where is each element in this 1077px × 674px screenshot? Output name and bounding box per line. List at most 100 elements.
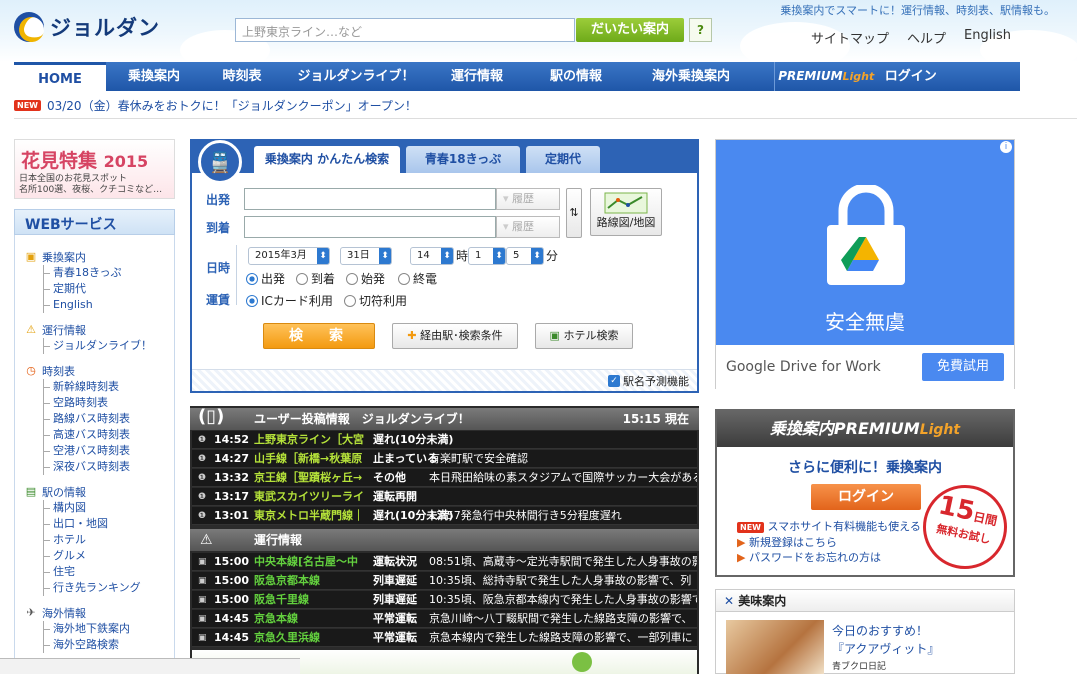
premium-title: 乗換案内PREMIUM — [769, 419, 920, 438]
radio-departure[interactable]: 出発 — [246, 270, 285, 287]
route-map-button[interactable]: 路線図/地図 — [590, 188, 662, 236]
predict-checkbox[interactable]: ✓ 駅名予測機能 — [608, 373, 689, 389]
hour-select[interactable]: 14 — [410, 247, 454, 265]
sidebar-link[interactable]: 行き先ランキング — [44, 580, 174, 596]
nav-home[interactable]: HOME — [14, 62, 106, 91]
live-row[interactable]: ❶ 14:27 山手線［新橋→秋葉原 止まっている 有楽町駅で安全確認 — [192, 450, 697, 468]
site-search-button[interactable]: だいたい案内 — [576, 18, 684, 42]
sidebar-link[interactable]: 深夜バス時刻表 — [44, 459, 174, 475]
site-search-input[interactable]: 上野東京ライン…など — [235, 18, 575, 42]
premium-link-smartphone[interactable]: NEW スマホサイト有料機能も使える — [737, 519, 921, 535]
radio-first-train[interactable]: 始発 — [346, 270, 385, 287]
news-ticker[interactable]: NEW 03/20（金）春休みをおトクに！「ジョルダンクーポン」オープン！ — [14, 97, 417, 114]
nav-overseas[interactable]: 海外乗換案内 — [628, 62, 754, 91]
nav-transfer[interactable]: 乗換案内 — [106, 62, 202, 91]
free-trial-stamp: 15日間 無料お試し — [915, 477, 1015, 577]
ops-row[interactable]: ▣ 15:00 阪急千里線 列車遅延 10:35頃、阪急京都本線内で発生した人身事故の影… — [192, 591, 697, 609]
sidebar-item-transfer[interactable]: ▣ 乗換案内 — [24, 249, 174, 265]
banner-subtext: 日本全国のお花見スポット 名所100選、夜桜、クチコミなど… — [19, 174, 162, 196]
tab-seishun18[interactable]: 青春18きっぷ — [406, 146, 520, 173]
sidebar-link[interactable]: 空路時刻表 — [44, 395, 174, 411]
sidebar-link[interactable]: ジョルダンライブ！ — [44, 338, 174, 354]
to-history-select[interactable]: ▾ 履歴 — [496, 216, 560, 238]
premium-login-button[interactable]: ログイン — [811, 484, 921, 510]
sidebar-item-overseas[interactable]: ✈ 海外情報 — [24, 605, 174, 621]
ops-row[interactable]: ▣ 14:45 京急本線 平常運転 京急川崎〜八丁畷駅間で発生した線路支障の影響で、 — [192, 610, 697, 628]
hanami-banner[interactable]: 花見特集 2015 日本全国のお花見スポット 名所100選、夜桜、クチコミなど… — [14, 139, 175, 199]
year-month-select[interactable]: 2015年3月 — [248, 247, 330, 265]
sidebar-item-timetable[interactable]: ◷ 時刻表 — [24, 363, 174, 379]
ad-product: Google Drive for Work — [726, 359, 881, 375]
sidebar-link[interactable]: 海外地下鉄案内 — [44, 621, 174, 637]
radio-label: 到着 — [311, 272, 336, 286]
day-select[interactable]: 31日 — [340, 247, 392, 265]
via-conditions-button[interactable]: ✚ 経由駅･検索条件 — [392, 323, 518, 349]
arrow-icon: ▶ — [737, 536, 746, 549]
search-help-button[interactable]: ? — [689, 18, 712, 42]
live-row[interactable]: ❶ 14:52 上野東京ライン［大宮 遅れ(10分未満) — [192, 431, 697, 449]
radio-ticket[interactable]: 切符利用 — [344, 292, 407, 309]
food-photo[interactable] — [726, 620, 824, 674]
hotel-label: ホテル検索 — [563, 329, 619, 342]
sidebar-link[interactable]: 新幹線時刻表 — [44, 379, 174, 395]
ad-banner[interactable]: i 安全無虞 Google Drive for Work 免費試用 — [715, 139, 1015, 389]
nav-service-info[interactable]: 運行情報 — [430, 62, 524, 91]
radio-ic-card[interactable]: ICカード利用 — [246, 292, 333, 309]
logo[interactable]: ジョルダン — [14, 12, 160, 42]
from-station-input[interactable] — [244, 188, 496, 210]
premium-link-register[interactable]: ▶ 新規登録はこちら — [737, 535, 921, 550]
premium-link-password[interactable]: ▶ パスワードをお忘れの方は — [737, 550, 921, 565]
route-map-label: 路線図/地図 — [596, 216, 656, 229]
live-time: 15:15 現在 — [622, 412, 689, 426]
pin-icon: ❶ — [198, 454, 207, 464]
ops-row[interactable]: ▣ 15:00 中央本線[名古屋〜中 運転状況 08:51頃、高蔵寺〜定光寺駅間で発生し… — [192, 553, 697, 571]
live-row[interactable]: ❶ 13:32 京王線［聖蹟桜ヶ丘→ その他 本日飛田給味の素スタジアムで国際サッカー大… — [192, 469, 697, 487]
premium-light: Light — [919, 422, 961, 438]
gourmet-pick[interactable]: 今日のおすすめ！ 『アクアヴィット』 青ブクロ日記 — [832, 622, 939, 674]
sidebar-link[interactable]: 出口・地図 — [44, 516, 174, 532]
sidebar-link[interactable]: 空港バス時刻表 — [44, 443, 174, 459]
sidebar-link[interactable]: ホテル — [44, 532, 174, 548]
radio-last-train[interactable]: 終電 — [398, 270, 437, 287]
hotel-search-button[interactable]: ▣ ホテル検索 — [535, 323, 633, 349]
help-link[interactable]: ヘルプ — [907, 28, 946, 47]
nav-timetable[interactable]: 時刻表 — [202, 62, 282, 91]
nav-premium-login[interactable]: PREMIUMLight ログイン — [774, 62, 940, 91]
sidebar-link[interactable]: 青春18きっぷ — [44, 265, 174, 281]
minute-tens-select[interactable]: 1 — [468, 247, 506, 265]
ops-row[interactable]: ▣ 14:45 京急久里浜線 平常運転 京急本線内で発生した線路支障の影響で、一部列車に — [192, 629, 697, 647]
minute-ones-select[interactable]: 5 — [506, 247, 544, 265]
sidebar-link[interactable]: 定期代 — [44, 281, 174, 297]
swap-stations-button[interactable]: ⇅ — [566, 188, 582, 238]
ad-info-icon[interactable]: i — [1000, 141, 1012, 153]
sidebar-link[interactable]: グルメ — [44, 548, 174, 564]
sidebar-link[interactable]: 海外空路検索 — [44, 637, 174, 653]
ops-row[interactable]: ▣ 15:00 阪急京都本線 列車遅延 10:35頃、総持寺駅で発生した人身事故の影響で… — [192, 572, 697, 590]
sidebar-link[interactable]: 高速バス時刻表 — [44, 427, 174, 443]
premium-light-logo: Light — [842, 70, 875, 83]
gourmet-title: 美味案内 — [738, 594, 787, 608]
tab-simple-search[interactable]: 乗換案内 かんたん検索 — [254, 146, 400, 173]
nav-station-info[interactable]: 駅の情報 — [524, 62, 628, 91]
tab-commuter-pass[interactable]: 定期代 — [526, 146, 600, 173]
sidebar-link[interactable]: 住宅 — [44, 564, 174, 580]
sidebar-link[interactable]: English — [44, 297, 174, 313]
nav-jorudan-live[interactable]: ジョルダンライブ！ — [282, 62, 430, 91]
to-station-input[interactable] — [244, 216, 496, 238]
sidebar-group-transfer: ▣ 乗換案内 青春18きっぷ 定期代 English — [24, 249, 174, 313]
live-row[interactable]: ❶ 13:17 東武スカイツリーライ 運転再開 — [192, 488, 697, 506]
sitemap-link[interactable]: サイトマップ — [811, 28, 889, 47]
sidebar-item-station[interactable]: ▤ 駅の情報 — [24, 484, 174, 500]
english-link[interactable]: English — [964, 28, 1011, 47]
chevron-down-icon: ▾ — [503, 192, 509, 205]
radio-arrival[interactable]: 到着 — [296, 270, 335, 287]
ad-cta-button[interactable]: 免費試用 — [922, 353, 1004, 381]
utensils-icon: ✕ — [724, 594, 735, 608]
search-button[interactable]: 検 索 — [263, 323, 375, 349]
radio-label: 始発 — [361, 272, 386, 286]
sidebar-link[interactable]: 構内図 — [44, 500, 174, 516]
sidebar-link[interactable]: 路線バス時刻表 — [44, 411, 174, 427]
from-history-select[interactable]: ▾ 履歴 — [496, 188, 560, 210]
live-row[interactable]: ❶ 13:01 東京メトロ半蔵門線｜ 遅れ(10分未満) 12:57発急行中央林間行き5… — [192, 507, 697, 525]
sidebar-item-service-info[interactable]: ⚠ 運行情報 — [24, 322, 174, 338]
